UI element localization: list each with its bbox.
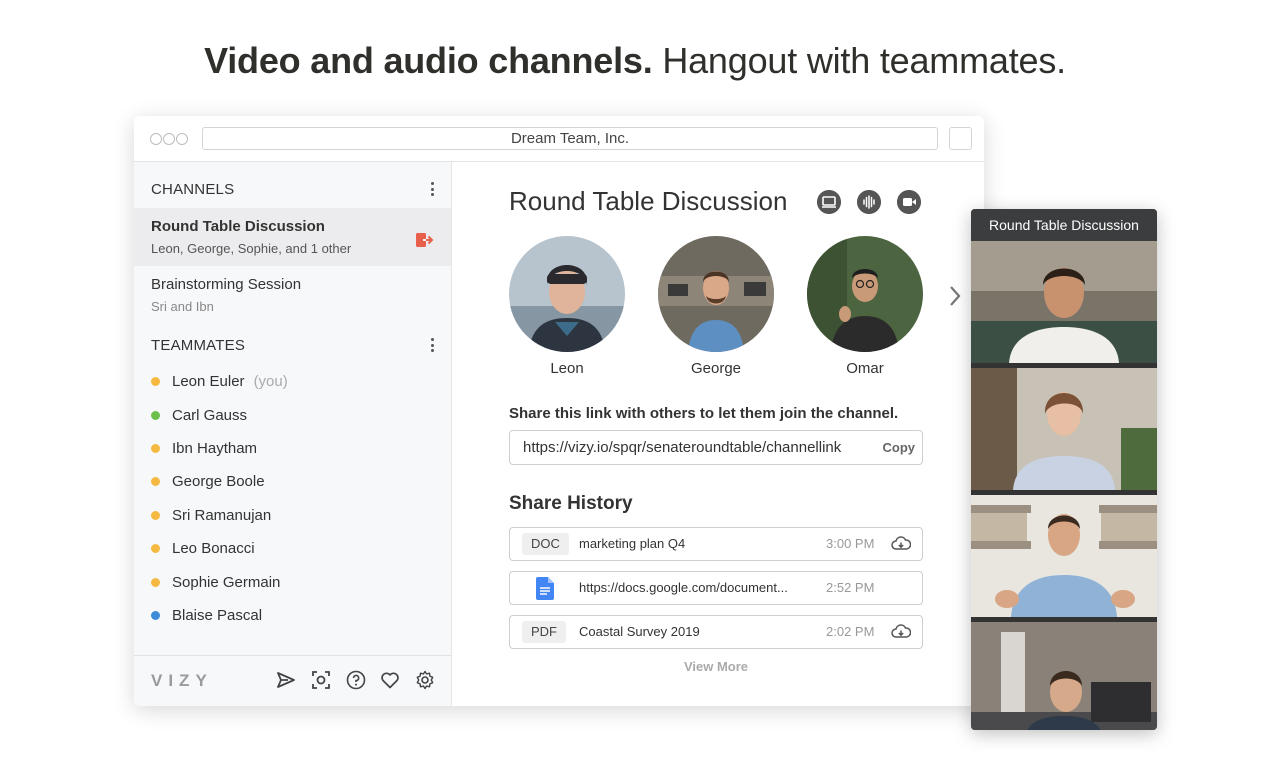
participant-leon[interactable]: Leon — [508, 236, 626, 377]
video-tile[interactable] — [971, 622, 1157, 730]
channel-item-brainstorming[interactable]: Brainstorming Session Sri and Ibn — [134, 266, 451, 324]
status-dot — [151, 443, 160, 453]
teammates-section-title: TEAMMATES — [151, 337, 246, 354]
participant-george[interactable]: George — [657, 236, 775, 377]
minimize-window-button[interactable] — [163, 133, 175, 145]
app-window: Dream Team, Inc. CHANNELS Round Table Di… — [134, 116, 984, 706]
titlebar: Dream Team, Inc. — [134, 116, 984, 162]
share-link-value: https://vizy.io/spqr/senateroundtable/ch… — [523, 439, 842, 456]
share-link-label: Share this link with others to let them … — [509, 405, 899, 422]
channel-members: Sri and Ibn — [151, 299, 214, 314]
teammate-name: Carl Gauss — [172, 406, 248, 424]
participant-name: Leon — [550, 360, 584, 377]
video-tile[interactable] — [971, 368, 1157, 490]
history-item-name: marketing plan Q4 — [579, 536, 686, 551]
history-item[interactable]: https://docs.google.com/document... 2:52… — [509, 571, 923, 605]
help-icon[interactable] — [345, 669, 367, 691]
channel-item-round-table[interactable]: Round Table Discussion Leon, George, Sop… — [134, 208, 451, 266]
headline: Video and audio channels. Hangout with t… — [0, 40, 1270, 82]
status-dot — [151, 477, 160, 487]
history-item[interactable]: DOC marketing plan Q4 3:00 PM — [509, 527, 923, 561]
teammate-name: Blaise Pascal — [172, 606, 263, 624]
teammate-item[interactable]: Leon Euler (you) — [134, 365, 451, 398]
status-dot — [151, 610, 160, 620]
audio-icon[interactable] — [857, 190, 881, 214]
status-dot — [151, 544, 160, 554]
status-dot — [151, 410, 160, 420]
teammate-name: Sophie Germain — [172, 573, 281, 591]
channels-menu-icon[interactable] — [425, 180, 439, 198]
screenshot-icon[interactable] — [310, 669, 332, 691]
status-dot — [151, 510, 160, 520]
copy-button[interactable]: Copy — [883, 431, 916, 464]
participant-omar[interactable]: Omar — [806, 236, 924, 377]
screen-share-icon[interactable] — [817, 190, 841, 214]
history-item-name: Coastal Survey 2019 — [579, 624, 700, 639]
cloud-download-icon[interactable] — [891, 624, 911, 640]
channel-title: Round Table Discussion — [509, 186, 788, 216]
teammates-list: Leon Euler (you) Carl Gauss Ibn Haytham G… — [134, 365, 451, 632]
file-type-badge: PDF — [522, 621, 566, 643]
send-icon[interactable] — [275, 669, 297, 691]
window-controls — [150, 133, 188, 145]
you-label: (you) — [253, 373, 288, 391]
history-item-time: 2:02 PM — [826, 624, 875, 639]
vizy-logo: VIZY — [151, 671, 213, 690]
google-doc-icon — [536, 577, 554, 600]
heart-icon[interactable] — [379, 669, 401, 691]
video-panel-title: Round Table Discussion — [971, 209, 1157, 241]
teammate-name: Sri Ramanujan — [172, 506, 272, 524]
file-type-badge: DOC — [522, 533, 569, 555]
status-dot — [151, 377, 160, 387]
status-dot — [151, 577, 160, 587]
history-item-time: 3:00 PM — [826, 536, 875, 551]
teammate-name: Ibn Haytham — [172, 439, 258, 457]
sidebar: CHANNELS Round Table Discussion Leon, Ge… — [134, 162, 452, 706]
video-camera-icon[interactable] — [897, 190, 921, 214]
share-history-title: Share History — [509, 493, 633, 514]
teammate-item[interactable]: Blaise Pascal — [134, 599, 451, 632]
headline-rest: Hangout with teammates. — [652, 40, 1066, 81]
video-tile[interactable] — [971, 241, 1157, 363]
sidebar-footer: VIZY — [134, 655, 451, 706]
teammate-item[interactable]: Ibn Haytham — [134, 432, 451, 465]
channel-members: Leon, George, Sophie, and 1 other — [151, 241, 352, 256]
chevron-right-icon[interactable] — [947, 284, 963, 308]
avatar — [807, 236, 923, 352]
window-action-button[interactable] — [949, 127, 972, 150]
teammate-item[interactable]: Sophie Germain — [134, 565, 451, 598]
channel-name: Round Table Discussion — [151, 218, 325, 235]
channel-name: Brainstorming Session — [151, 276, 302, 293]
share-link-field[interactable]: https://vizy.io/spqr/senateroundtable/ch… — [509, 430, 923, 465]
close-window-button[interactable] — [150, 133, 162, 145]
headline-bold: Video and audio channels. — [204, 40, 653, 81]
teammate-item[interactable]: Carl Gauss — [134, 398, 451, 431]
teammate-item[interactable]: Sri Ramanujan — [134, 499, 451, 532]
history-item-name: https://docs.google.com/document... — [579, 580, 788, 595]
participant-name: Omar — [846, 360, 884, 377]
teammates-menu-icon[interactable] — [425, 336, 439, 354]
channels-section-title: CHANNELS — [151, 181, 235, 198]
participant-name: George — [690, 360, 742, 377]
history-item-time: 2:52 PM — [826, 580, 875, 595]
teammate-item[interactable]: George Boole — [134, 465, 451, 498]
channel-main: Round Table Discussion Leon George Omar … — [452, 162, 984, 706]
leave-channel-icon[interactable] — [415, 232, 433, 248]
teammate-item[interactable]: Leo Bonacci — [134, 532, 451, 565]
history-item[interactable]: PDF Coastal Survey 2019 2:02 PM — [509, 615, 923, 649]
maximize-window-button[interactable] — [176, 133, 188, 145]
teammate-name: Leo Bonacci — [172, 540, 255, 558]
avatar — [509, 236, 625, 352]
cloud-download-icon[interactable] — [891, 536, 911, 552]
gear-icon[interactable] — [414, 669, 436, 691]
teammate-name: Leon Euler — [172, 373, 245, 391]
video-call-panel: Round Table Discussion — [971, 209, 1157, 730]
window-title-bar: Dream Team, Inc. — [202, 127, 938, 150]
teammate-name: George Boole — [172, 473, 265, 491]
video-tile[interactable] — [971, 495, 1157, 617]
view-more-link[interactable]: View More — [509, 659, 923, 674]
avatar — [658, 236, 774, 352]
